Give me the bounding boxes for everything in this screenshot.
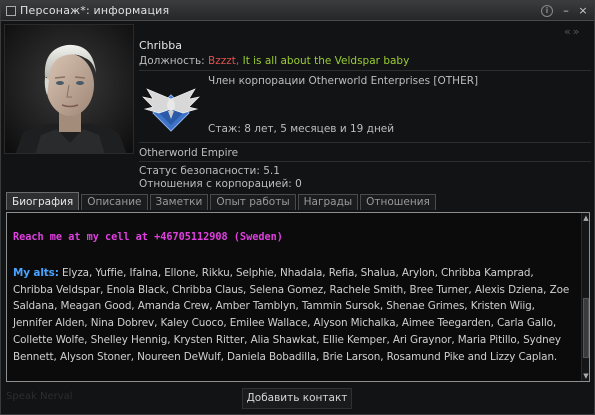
tab-biography[interactable]: Биография [6, 192, 80, 210]
window-icon [6, 6, 16, 16]
scrollbar[interactable]: ▲ ▼ [581, 213, 589, 381]
tab-bar: Биография Описание Заметки Опыт работы Н… [6, 192, 436, 211]
tab-decorations[interactable]: Награды [297, 194, 359, 210]
position-title-green: It is all about the Veldspar baby [242, 55, 410, 67]
footer: Speak Nerval Добавить контакт [1, 385, 594, 414]
contact-line: Reach me at my cell at +46705112908 (Swe… [13, 232, 283, 243]
character-name[interactable]: Chribba [139, 39, 182, 52]
scroll-thumb[interactable] [583, 298, 589, 358]
divider [139, 70, 591, 71]
corporation-membership[interactable]: Член корпорации Otherworld Enterprises [… [208, 75, 478, 87]
title-bar[interactable]: Персонаж*: информация i – × [1, 1, 594, 21]
tab-description[interactable]: Описание [81, 194, 148, 210]
biography-text: Reach me at my cell at +46705112908 (Swe… [13, 218, 573, 366]
position-title-red: Bzzzt, [208, 55, 240, 67]
minimize-button[interactable]: – [559, 4, 573, 17]
alts-list: Elyza, Yuffie, Ifalna, Ellone, Rikku, Se… [13, 266, 570, 363]
tab-standings[interactable]: Отношения [360, 194, 436, 210]
window-title: Персонаж*: информация [20, 4, 170, 17]
add-contact-button[interactable]: Добавить контакт [242, 388, 352, 409]
tab-notes[interactable]: Заметки [149, 194, 209, 210]
scroll-up-icon[interactable]: ▲ [582, 214, 589, 222]
biography-panel[interactable]: Reach me at my cell at +46705112908 (Swe… [6, 212, 590, 382]
tab-employment-history[interactable]: Опыт работы [210, 194, 296, 210]
character-info-window: Персонаж*: информация i – × «» Chribba Д… [0, 0, 595, 415]
alliance-name[interactable]: Otherworld Empire [139, 147, 238, 159]
position-label: Должность: [139, 55, 205, 67]
history-nav-arrows[interactable]: «» [564, 25, 581, 38]
divider [139, 142, 591, 143]
corp-standing: Отношения с корпорацией: 0 [139, 178, 302, 190]
close-button[interactable]: × [576, 4, 590, 17]
security-status: Статус безопасности: 5.1 [139, 165, 280, 177]
corporation-tenure: Стаж: 8 лет, 5 месяцев и 19 дней [208, 123, 395, 135]
corporation-logo[interactable] [139, 79, 203, 143]
alts-paragraph: My alts: Elyza, Yuffie, Ifalna, Ellone, … [13, 265, 573, 366]
divider [139, 161, 591, 162]
character-portrait[interactable] [4, 24, 134, 154]
faded-footer-text: Speak Nerval [6, 391, 73, 402]
alts-label: My alts: [13, 266, 59, 279]
info-icon[interactable]: i [541, 5, 553, 17]
position-line: Должность: Bzzzt, It is all about the Ve… [139, 55, 409, 67]
scroll-down-icon[interactable]: ▼ [582, 372, 589, 380]
